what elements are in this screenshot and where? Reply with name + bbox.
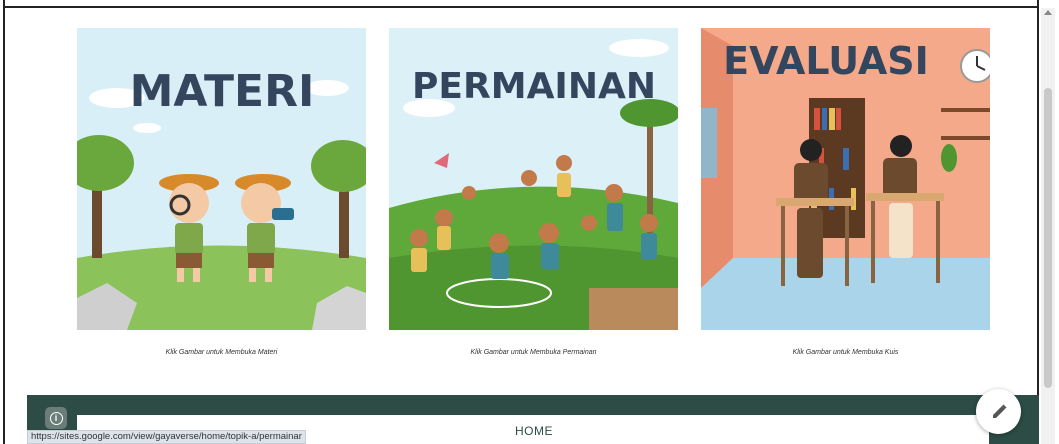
vertical-scrollbar[interactable] bbox=[1041, 8, 1055, 444]
evaluasi-caption: Klik Gambar untuk Membuka Kuis bbox=[792, 349, 899, 356]
evaluasi-card[interactable]: EVALUASI bbox=[701, 28, 990, 330]
scroll-up-arrow-icon[interactable] bbox=[1044, 10, 1052, 15]
edit-button[interactable] bbox=[976, 389, 1021, 434]
info-icon: i bbox=[49, 411, 63, 425]
materi-caption: Klik Gambar untuk Membuka Materi bbox=[165, 349, 278, 356]
status-bar-url: https://sites.google.com/view/gayaverse/… bbox=[27, 430, 306, 444]
materi-card[interactable]: MATERI bbox=[77, 28, 366, 330]
permainan-caption: Klik Gambar untuk Membuka Permainan bbox=[470, 349, 597, 356]
frame-top-border bbox=[3, 6, 1039, 8]
permainan-card[interactable]: PERMAINAN bbox=[389, 28, 678, 330]
evaluasi-title: EVALUASI bbox=[723, 39, 929, 83]
frame-left-border bbox=[3, 0, 5, 444]
evaluasi-illustration: EVALUASI bbox=[701, 28, 990, 330]
pencil-icon bbox=[992, 404, 1006, 418]
permainan-illustration: PERMAINAN bbox=[389, 28, 678, 330]
permainan-title: PERMAINAN bbox=[412, 66, 656, 107]
nav-home-link[interactable]: HOME bbox=[515, 424, 553, 438]
materi-illustration: MATERI bbox=[77, 28, 366, 330]
site-info-button[interactable]: i bbox=[45, 407, 67, 429]
scrollbar-thumb[interactable] bbox=[1044, 88, 1052, 388]
frame-right-border bbox=[1037, 0, 1039, 444]
materi-title: MATERI bbox=[130, 66, 315, 117]
